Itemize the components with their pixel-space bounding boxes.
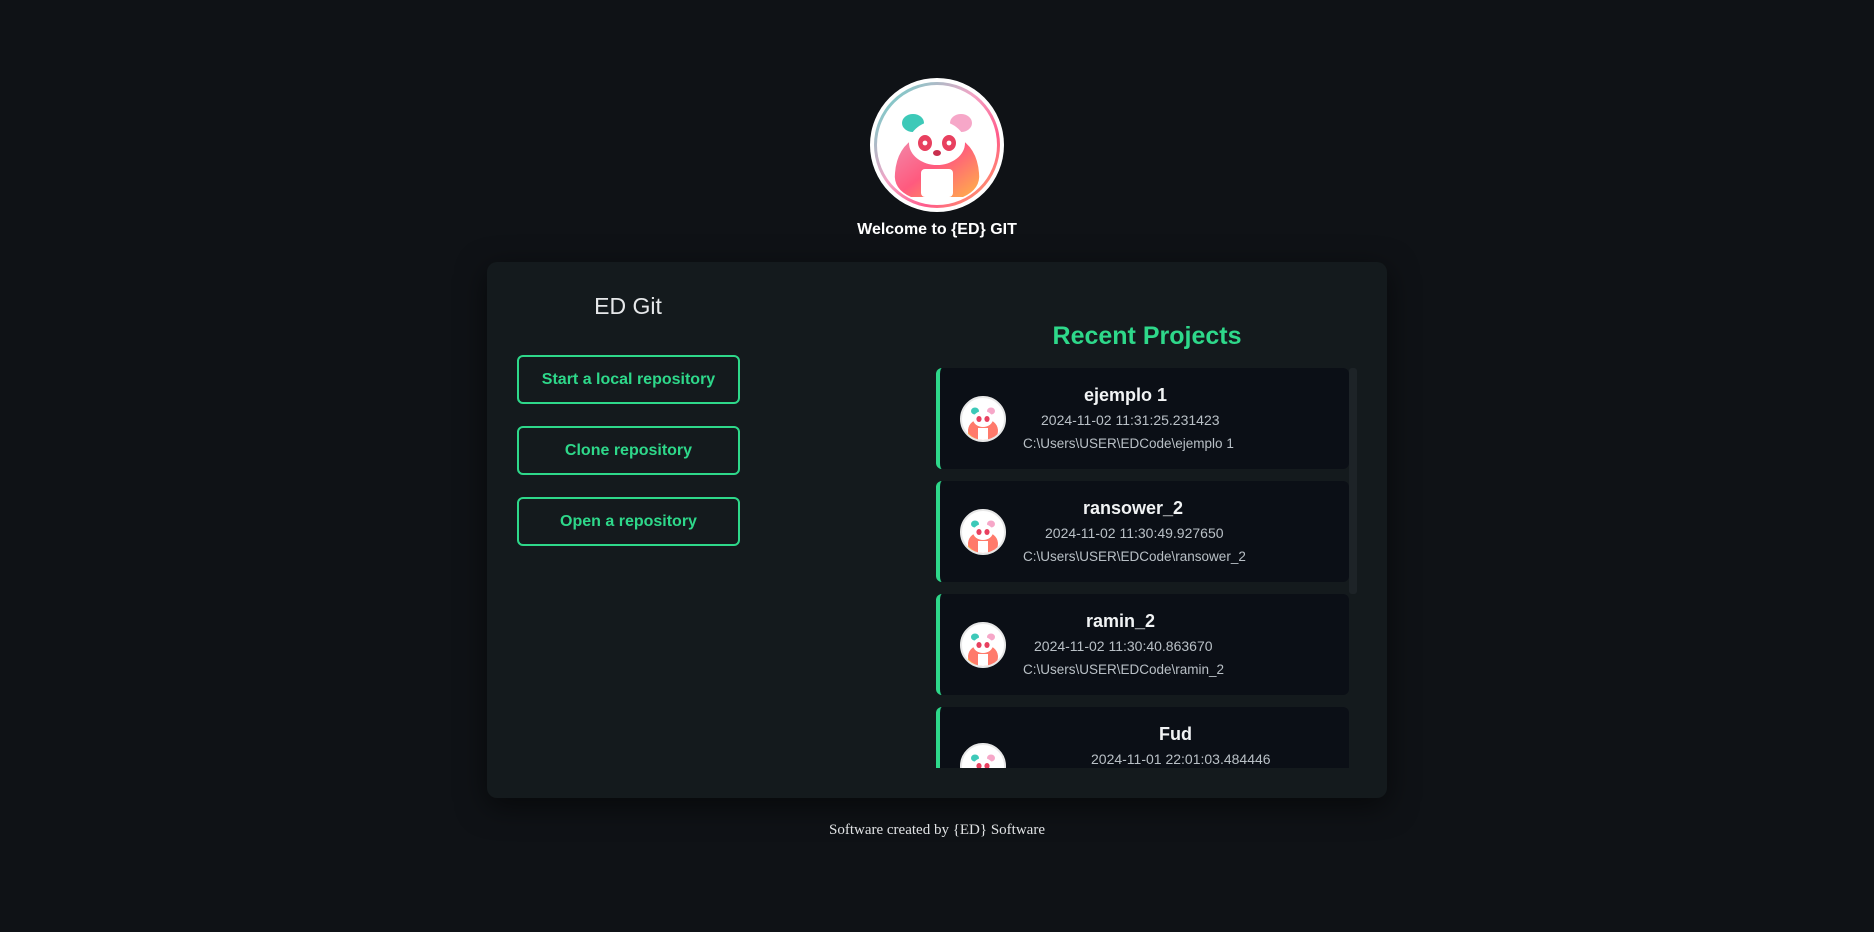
panda-logo-icon bbox=[870, 78, 1004, 212]
project-date: 2024-11-01 22:01:03.484446 bbox=[1091, 751, 1271, 767]
welcome-title: Welcome to {ED} GIT bbox=[857, 221, 1017, 238]
footer-credit: Software created by {ED} Software bbox=[829, 822, 1045, 838]
project-path: C:\Users\USER\EDCode\ejemplo 1 bbox=[1023, 436, 1234, 451]
project-date: 2024-11-02 11:30:49.927650 bbox=[1045, 525, 1224, 541]
panda-avatar-icon bbox=[960, 622, 1006, 668]
panda-avatar-icon bbox=[960, 396, 1006, 442]
recent-project-item[interactable]: Fud 2024-11-01 22:01:03.484446 bbox=[936, 707, 1349, 768]
recent-projects-scrollbar[interactable] bbox=[1349, 368, 1357, 594]
clone-repository-button[interactable]: Clone repository bbox=[517, 426, 740, 475]
recent-project-item[interactable]: ransower_2 2024-11-02 11:30:49.927650 C:… bbox=[936, 481, 1349, 582]
recent-project-item[interactable]: ejemplo 1 2024-11-02 11:31:25.231423 C:\… bbox=[936, 368, 1349, 469]
project-name: ransower_2 bbox=[1083, 498, 1184, 518]
panda-avatar-icon bbox=[960, 743, 1006, 768]
app-name-heading: ED Git bbox=[594, 293, 662, 319]
recent-projects-list[interactable]: ejemplo 1 2024-11-02 11:31:25.231423 C:\… bbox=[936, 368, 1357, 768]
panda-avatar-icon bbox=[960, 509, 1006, 555]
panda-logo-graphic bbox=[894, 114, 980, 197]
open-repository-button[interactable]: Open a repository bbox=[517, 497, 740, 546]
project-path: C:\Users\USER\EDCode\ramin_2 bbox=[1023, 662, 1225, 677]
project-name: ramin_2 bbox=[1086, 611, 1156, 631]
project-name: Fud bbox=[1159, 724, 1192, 744]
recent-projects-heading: Recent Projects bbox=[1052, 322, 1242, 350]
project-name: ejemplo 1 bbox=[1084, 385, 1168, 405]
project-date: 2024-11-02 11:30:40.863670 bbox=[1034, 638, 1213, 654]
project-date: 2024-11-02 11:31:25.231423 bbox=[1041, 412, 1220, 428]
start-local-repository-button[interactable]: Start a local repository bbox=[517, 355, 740, 404]
recent-project-item[interactable]: ramin_2 2024-11-02 11:30:40.863670 C:\Us… bbox=[936, 594, 1349, 695]
project-path: C:\Users\USER\EDCode\ransower_2 bbox=[1023, 549, 1246, 564]
